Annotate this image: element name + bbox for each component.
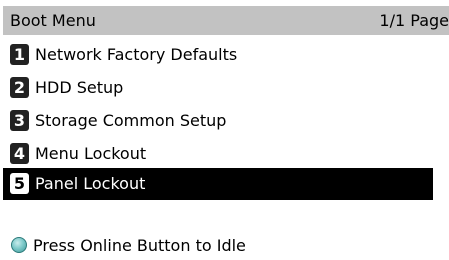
menu-item-label: HDD Setup [35,78,124,97]
number-3-icon: 3 [10,110,29,131]
menu-item-label: Panel Lockout [35,174,146,193]
status-message: Press Online Button to Idle [33,236,246,255]
menu-item-storage-common-setup[interactable]: 3 Storage Common Setup [3,105,433,137]
menu-item-label: Network Factory Defaults [35,45,238,64]
menu-item-hdd-setup[interactable]: 2 HDD Setup [3,72,433,104]
number-5-icon: 5 [10,173,29,194]
menu-item-panel-lockout[interactable]: 5 Panel Lockout [3,168,433,200]
title-bar: Boot Menu 1/1 Page [3,6,449,35]
number-4-icon: 4 [10,143,29,164]
boot-menu-screen: Boot Menu 1/1 Page 1 Network Factory Def… [0,0,449,260]
menu-item-label: Storage Common Setup [35,111,227,130]
page-title: Boot Menu [10,11,96,30]
menu-item-network-factory-defaults[interactable]: 1 Network Factory Defaults [3,39,433,71]
menu-item-menu-lockout[interactable]: 4 Menu Lockout [3,138,433,170]
status-indicator-icon [11,237,27,253]
page-indicator: 1/1 Page [379,11,449,30]
number-1-icon: 1 [10,44,29,65]
number-2-icon: 2 [10,77,29,98]
status-bar: Press Online Button to Idle [3,232,449,260]
menu-item-label: Menu Lockout [35,144,147,163]
